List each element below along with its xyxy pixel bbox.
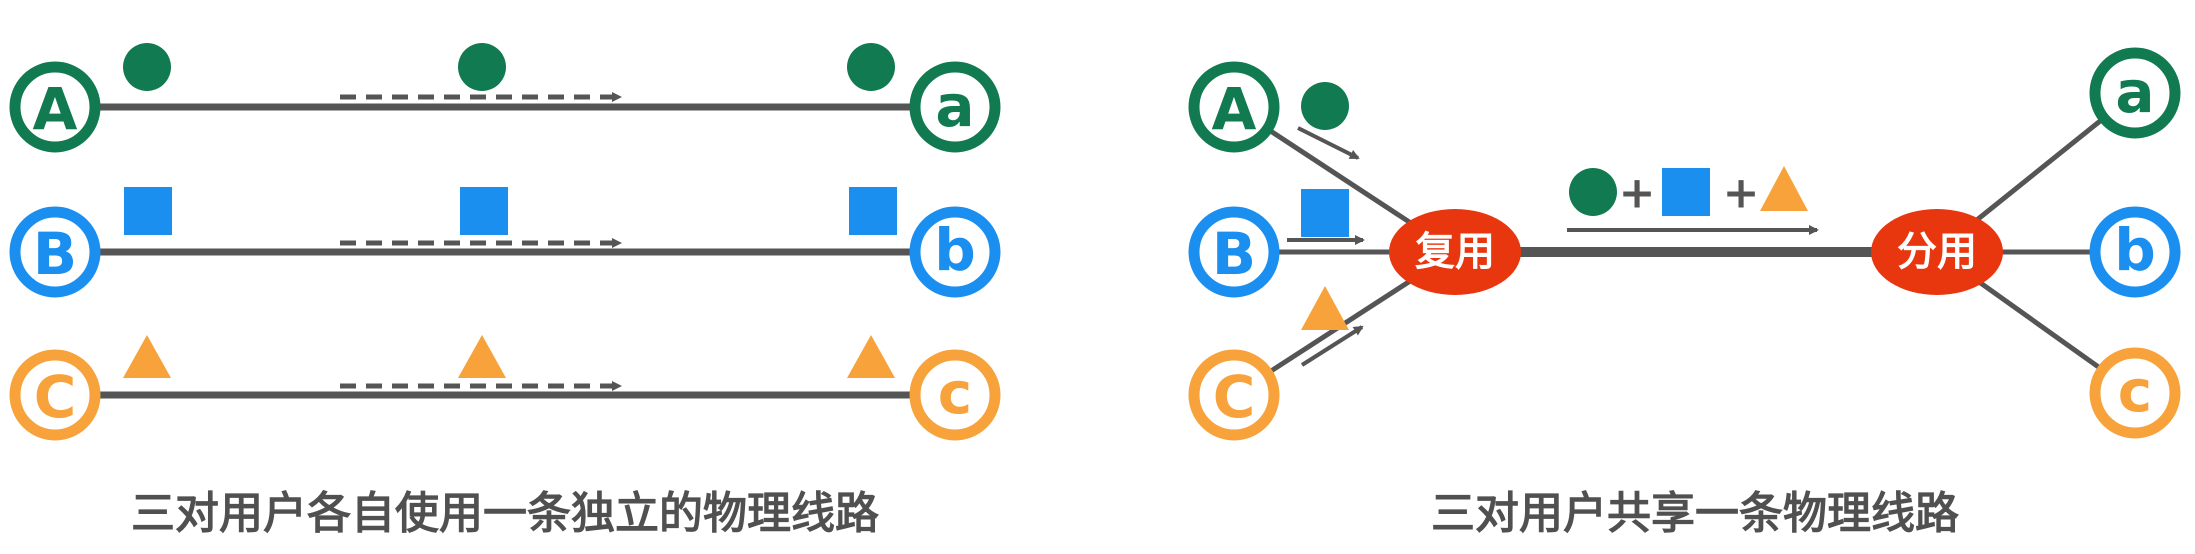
receiver-label: b bbox=[2114, 216, 2156, 284]
receiver-label: b bbox=[934, 216, 976, 284]
green-circle-icon bbox=[123, 43, 171, 91]
multiplexing-diagram: A a B b C c 三对用户各自使用一条独立的物理线路 + + 复用 分用 … bbox=[9, 43, 2181, 539]
receiver-node-b: b bbox=[909, 206, 1001, 298]
sender-label: A bbox=[33, 75, 78, 143]
blue-square-icon bbox=[1301, 189, 1349, 237]
receiver-label: a bbox=[2115, 58, 2154, 126]
plus-sign: + bbox=[1723, 168, 1760, 219]
blue-square-icon bbox=[849, 187, 897, 235]
blue-square-icon bbox=[1662, 168, 1710, 216]
demultiplexer-node: 分用 bbox=[1871, 209, 2003, 295]
receiver-node-a: a bbox=[909, 61, 1001, 153]
multiplexer-node: 复用 bbox=[1389, 209, 1521, 295]
sender-label: A bbox=[1212, 75, 1257, 143]
sender-node-B: B bbox=[1188, 206, 1280, 298]
sender-node-A: A bbox=[9, 61, 101, 153]
receiver-node-c: c bbox=[2089, 347, 2181, 439]
left-caption: 三对用户各自使用一条独立的物理线路 bbox=[131, 488, 880, 539]
sender-label: B bbox=[33, 220, 77, 288]
receiver-label: c bbox=[2118, 357, 2152, 425]
receiver-label: c bbox=[938, 359, 972, 427]
receiver-label: a bbox=[935, 72, 974, 140]
sender-node-B: B bbox=[9, 206, 101, 298]
green-circle-icon bbox=[1301, 82, 1349, 130]
orange-triangle-icon bbox=[1760, 166, 1808, 211]
receiver-node-c: c bbox=[909, 349, 1001, 441]
green-circle-icon bbox=[458, 43, 506, 91]
sender-node-A: A bbox=[1188, 61, 1280, 153]
blue-square-icon bbox=[124, 187, 172, 235]
sender-node-C: C bbox=[1188, 349, 1280, 441]
sender-label: B bbox=[1212, 220, 1256, 288]
mux-label: 复用 bbox=[1415, 229, 1495, 275]
sender-label: C bbox=[34, 363, 77, 431]
left-panel: A a B b C c 三对用户各自使用一条独立的物理线路 bbox=[9, 43, 1001, 539]
blue-square-icon bbox=[460, 187, 508, 235]
orange-triangle-icon bbox=[1301, 286, 1349, 330]
green-circle-icon bbox=[1569, 168, 1617, 216]
receiver-node-b: b bbox=[2089, 206, 2181, 298]
demux-label: 分用 bbox=[1897, 229, 1977, 275]
plus-sign: + bbox=[1619, 168, 1656, 219]
receiver-node-a: a bbox=[2089, 47, 2181, 139]
orange-triangle-icon bbox=[847, 335, 895, 378]
green-circle-icon bbox=[847, 43, 895, 91]
sender-node-C: C bbox=[9, 349, 101, 441]
right-caption: 三对用户共享一条物理线路 bbox=[1431, 488, 1960, 539]
orange-triangle-icon bbox=[458, 335, 506, 378]
sender-label: C bbox=[1213, 363, 1256, 431]
orange-triangle-icon bbox=[123, 335, 171, 378]
right-panel: + + 复用 分用 A B C a b c 三对用户共享一条物理线路 bbox=[1188, 47, 2181, 539]
